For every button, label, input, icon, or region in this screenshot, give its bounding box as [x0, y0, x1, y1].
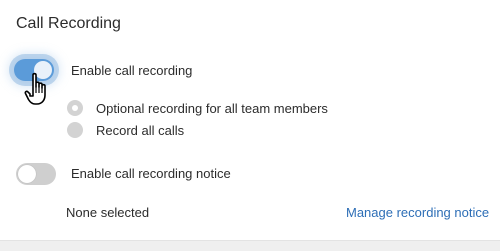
- enable-call-recording-toggle[interactable]: [14, 59, 54, 81]
- toggle-knob: [34, 61, 52, 79]
- notice-status-text: None selected: [66, 205, 150, 220]
- toggle-knob: [18, 165, 36, 183]
- call-recording-panel: Call Recording Enable call recording Opt…: [0, 0, 500, 240]
- radio-optional-recording[interactable]: [67, 100, 83, 116]
- section-title: Call Recording: [16, 15, 121, 32]
- radio-optional-recording-label[interactable]: Optional recording for all team members: [96, 101, 328, 116]
- enable-call-recording-label: Enable call recording: [71, 63, 193, 78]
- bottom-divider: [0, 240, 500, 251]
- radio-record-all-calls[interactable]: [67, 122, 83, 138]
- enable-call-recording-notice-toggle[interactable]: [16, 163, 56, 185]
- radio-record-all-calls-label[interactable]: Record all calls: [96, 123, 184, 138]
- manage-recording-notice-link[interactable]: Manage recording notice: [346, 205, 489, 220]
- enable-call-recording-notice-label: Enable call recording notice: [71, 166, 231, 181]
